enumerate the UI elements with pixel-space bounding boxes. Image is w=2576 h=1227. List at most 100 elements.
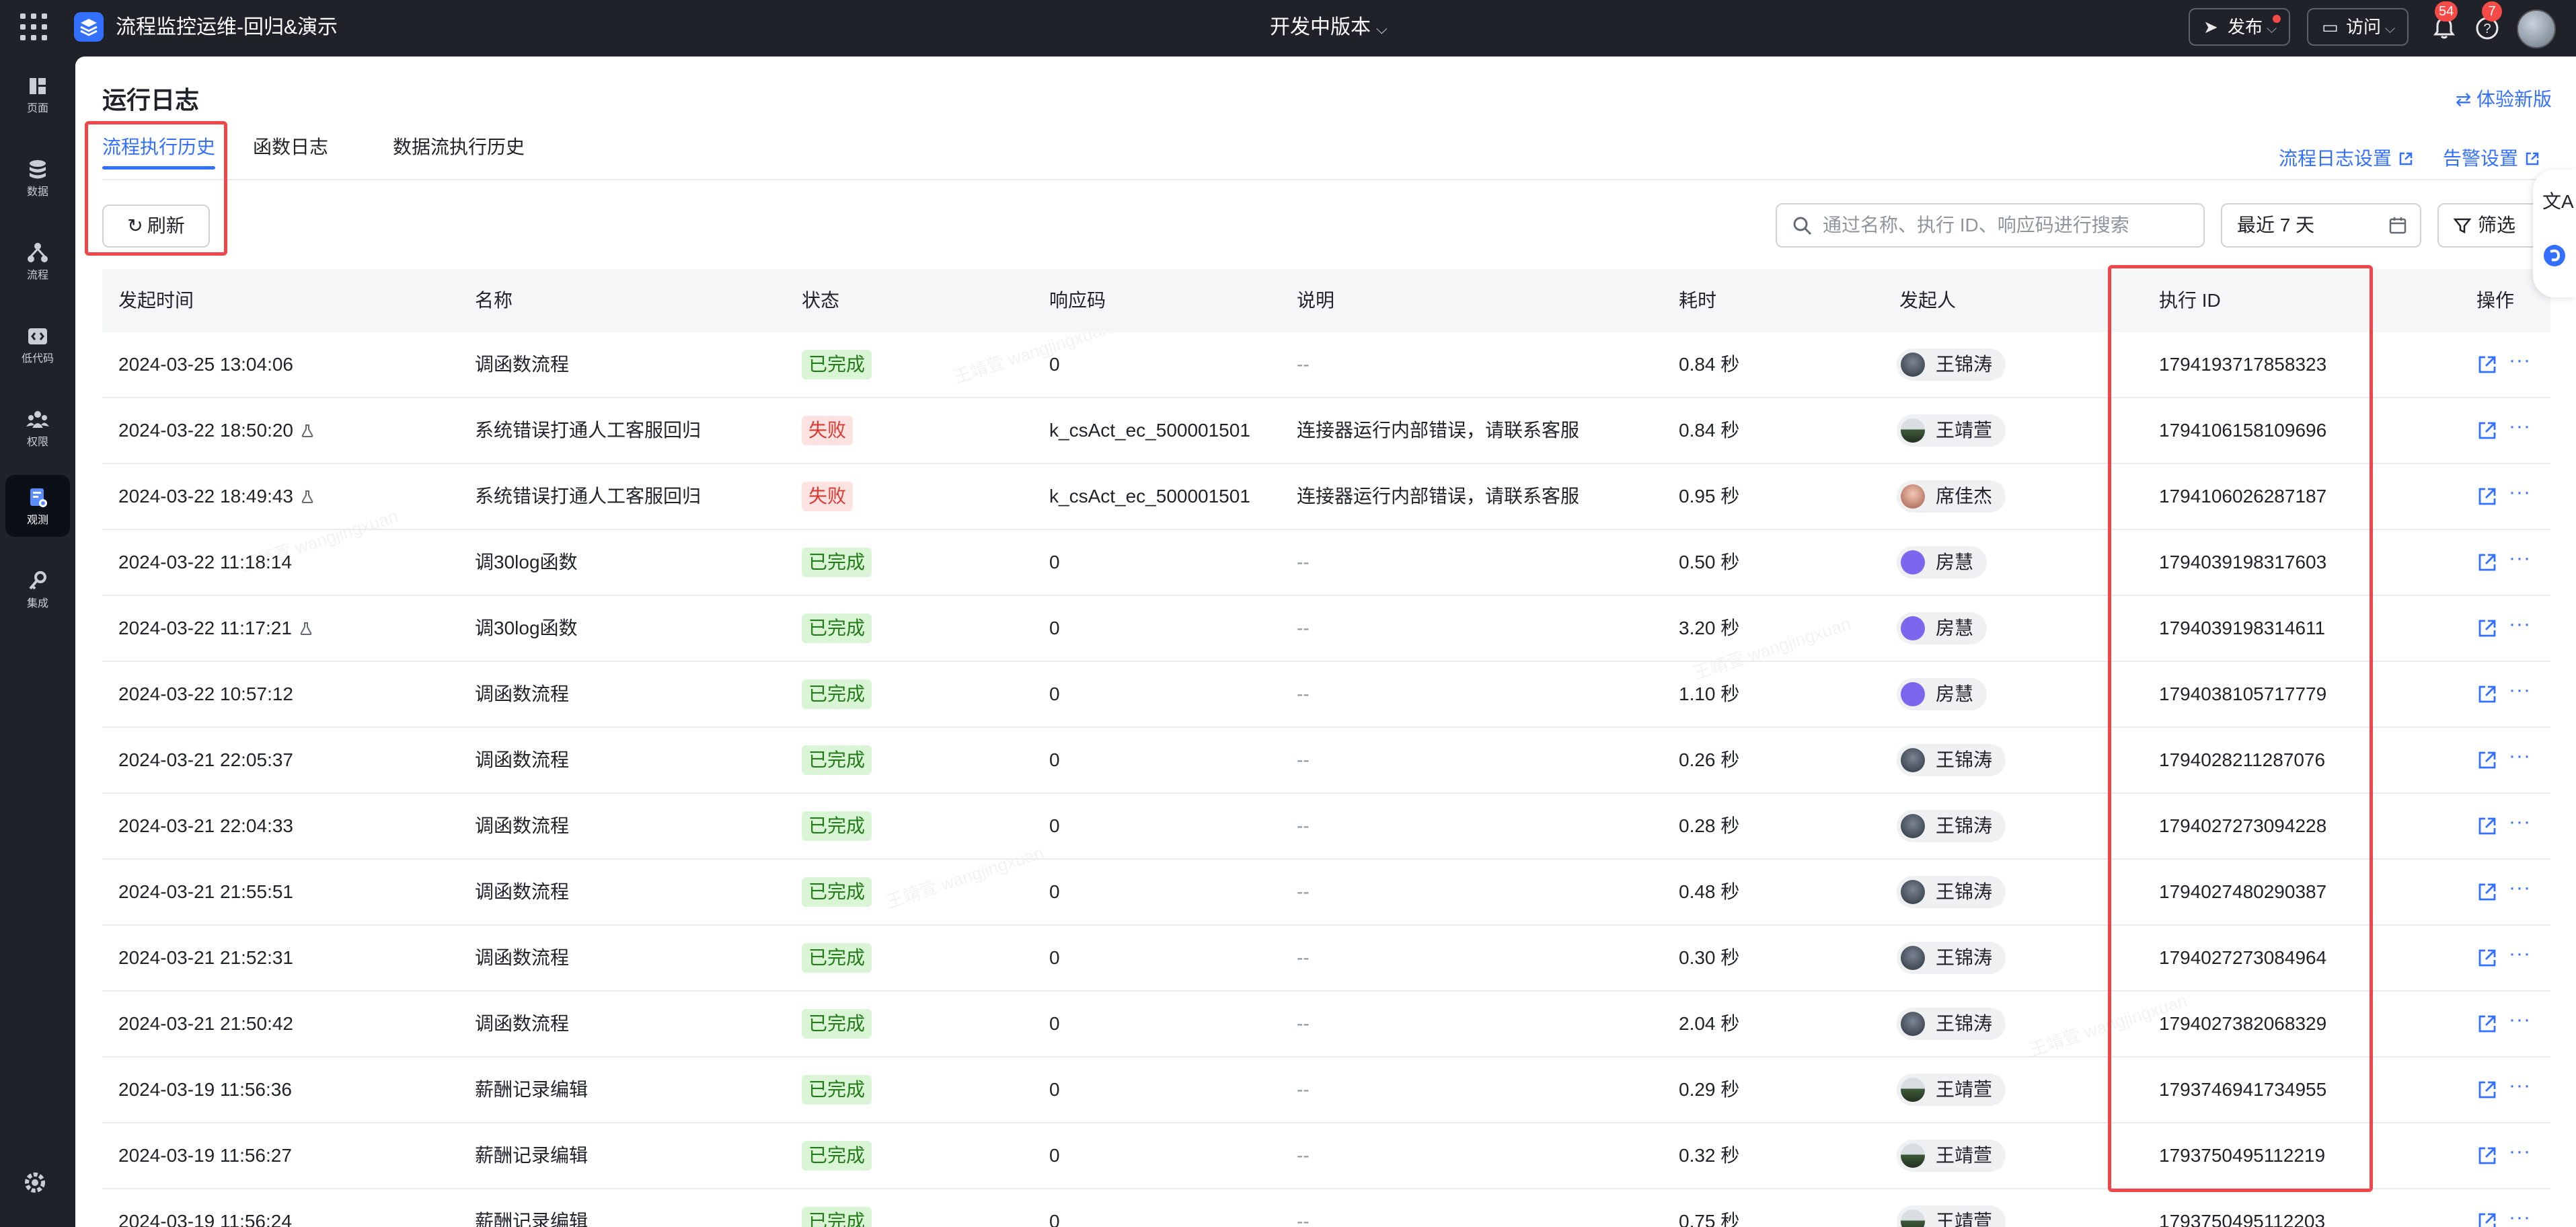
- search-box[interactable]: [1776, 203, 2205, 248]
- header-initiator[interactable]: 发起人: [1899, 269, 1956, 332]
- search-input[interactable]: [1823, 210, 2193, 241]
- more-icon[interactable]: ···: [2509, 1205, 2531, 1227]
- initiator-chip[interactable]: 王靖萱: [1897, 1205, 2006, 1227]
- more-icon[interactable]: ···: [2509, 810, 2531, 834]
- open-detail-icon[interactable]: [2476, 1013, 2498, 1035]
- open-detail-icon[interactable]: [2476, 815, 2498, 837]
- cell-name: 调函数流程: [475, 881, 570, 902]
- open-detail-icon[interactable]: [2476, 1145, 2498, 1166]
- new-version-link[interactable]: ⇄ 体验新版: [2456, 86, 2552, 113]
- cell-desc: --: [1297, 815, 1310, 836]
- log-settings-link[interactable]: 流程日志设置: [2279, 145, 2413, 172]
- open-detail-icon[interactable]: [2476, 354, 2498, 375]
- header-name[interactable]: 名称: [475, 269, 513, 332]
- initiator-chip[interactable]: 王靖萱: [1897, 414, 2006, 447]
- open-detail-icon[interactable]: [2476, 749, 2498, 771]
- open-detail-icon[interactable]: [2476, 881, 2498, 903]
- sidebar-item-data[interactable]: 数据: [5, 147, 70, 209]
- cell-duration: 2.04 秒: [1679, 1013, 1740, 1034]
- version-selector[interactable]: 开发中版本 ⌵: [1270, 13, 1388, 43]
- more-icon[interactable]: ···: [2509, 744, 2531, 768]
- sidebar-item-flow[interactable]: 流程: [5, 230, 70, 292]
- more-icon[interactable]: ···: [2509, 480, 2531, 505]
- cell-code: k_csAct_ec_500001501: [1049, 420, 1250, 441]
- cell-desc: --: [1297, 881, 1310, 902]
- more-icon[interactable]: ···: [2509, 678, 2531, 702]
- cell-code: 0: [1049, 683, 1060, 704]
- sidebar-item-pages[interactable]: 页面: [5, 63, 70, 125]
- gear-icon[interactable]: [20, 1168, 50, 1197]
- tab-function-log[interactable]: 函数日志: [253, 132, 328, 163]
- more-icon[interactable]: ···: [2509, 1140, 2531, 1164]
- visit-label: 访问: [2346, 17, 2382, 37]
- alert-settings-link[interactable]: 告警设置: [2443, 145, 2540, 172]
- initiator-chip[interactable]: 房慧: [1897, 546, 1987, 579]
- more-icon[interactable]: ···: [2509, 876, 2531, 900]
- cell-duration: 0.95 秒: [1679, 486, 1740, 507]
- cell-desc: --: [1297, 1079, 1310, 1100]
- more-icon[interactable]: ···: [2509, 942, 2531, 966]
- notification-badge: 54: [2435, 1, 2458, 22]
- initiator-chip[interactable]: 王靖萱: [1897, 1074, 2006, 1106]
- user-avatar[interactable]: [2517, 9, 2556, 48]
- header-time[interactable]: 发起时间: [118, 269, 194, 332]
- header-code[interactable]: 响应码: [1049, 269, 1106, 332]
- svg-text:?: ?: [2483, 22, 2491, 36]
- sidebar-item-permission[interactable]: 权限: [5, 397, 70, 459]
- cell-duration: 0.84 秒: [1679, 420, 1740, 441]
- cell-name: 调30log函数: [475, 552, 578, 572]
- cell-code: k_csAct_ec_500001501: [1049, 486, 1250, 507]
- initiator-chip[interactable]: 王锦涛: [1897, 942, 2006, 974]
- header-status[interactable]: 状态: [802, 269, 839, 332]
- initiator-chip[interactable]: 王锦涛: [1897, 348, 2006, 381]
- cell-time: 2024-03-25 13:04:06: [118, 332, 293, 397]
- translate-icon[interactable]: 文A: [2542, 187, 2574, 214]
- open-detail-icon[interactable]: [2476, 947, 2498, 969]
- visit-button[interactable]: ▭ 访问 ⌵: [2307, 8, 2409, 46]
- sidebar-item-monitor[interactable]: 观测: [5, 475, 70, 537]
- open-detail-icon[interactable]: [2476, 1079, 2498, 1101]
- avatar: [1901, 1144, 1925, 1168]
- open-detail-icon[interactable]: [2476, 486, 2498, 507]
- assistant-icon[interactable]: [2541, 242, 2568, 269]
- sidebar-item-label: 低代码: [21, 353, 54, 365]
- initiator-chip[interactable]: 王靖萱: [1897, 1140, 2006, 1172]
- open-detail-icon[interactable]: [2476, 683, 2498, 705]
- more-icon[interactable]: ···: [2509, 1008, 2531, 1032]
- open-detail-icon[interactable]: [2476, 420, 2498, 441]
- more-icon[interactable]: ···: [2509, 612, 2531, 636]
- more-icon[interactable]: ···: [2509, 1074, 2531, 1098]
- more-icon[interactable]: ···: [2509, 348, 2531, 373]
- cell-duration: 0.48 秒: [1679, 881, 1740, 902]
- app-grid-icon[interactable]: [20, 13, 47, 40]
- initiator-chip[interactable]: 王锦涛: [1897, 876, 2006, 908]
- more-icon[interactable]: ···: [2509, 546, 2531, 570]
- initiator-chip[interactable]: 席佳杰: [1897, 480, 2006, 513]
- status-badge: 已完成: [802, 350, 872, 379]
- cell-duration: 0.26 秒: [1679, 749, 1740, 770]
- header-duration[interactable]: 耗时: [1679, 269, 1716, 332]
- time-text: 2024-03-21 21:55:51: [118, 881, 293, 902]
- cell-code: 0: [1049, 1079, 1060, 1100]
- initiator-chip[interactable]: 王锦涛: [1897, 744, 2006, 776]
- more-icon[interactable]: ···: [2509, 414, 2531, 439]
- initiator-name: 王靖萱: [1936, 1145, 1993, 1166]
- initiator-chip[interactable]: 王锦涛: [1897, 810, 2006, 842]
- sidebar-item-integration[interactable]: 集成: [5, 558, 70, 620]
- open-detail-icon[interactable]: [2476, 552, 2498, 573]
- sidebar-item-lowcode[interactable]: 低代码: [5, 313, 70, 375]
- open-detail-icon[interactable]: [2476, 1211, 2498, 1227]
- initiator-chip[interactable]: 房慧: [1897, 678, 1987, 710]
- header-actions: 操作: [2476, 290, 2515, 311]
- publish-button[interactable]: ➤ 发布 ⌵: [2189, 8, 2291, 46]
- header-desc[interactable]: 说明: [1297, 269, 1334, 332]
- app-title: 流程监控运维-回归&演示: [116, 16, 338, 38]
- date-range-picker[interactable]: 最近 7 天: [2221, 203, 2421, 248]
- tab-dataflow-history[interactable]: 数据流执行历史: [393, 132, 525, 163]
- time-text: 2024-03-25 13:04:06: [118, 354, 293, 375]
- filter-label: 筛选: [2478, 215, 2516, 235]
- initiator-chip[interactable]: 王锦涛: [1897, 1008, 2006, 1040]
- open-detail-icon[interactable]: [2476, 618, 2498, 639]
- table-row[interactable]: 2024-03-19 11:56:24 薪酬记录编辑 已完成 0 -- 0.75 秒 王靖萱…: [102, 1189, 2550, 1227]
- initiator-chip[interactable]: 房慧: [1897, 612, 1987, 644]
